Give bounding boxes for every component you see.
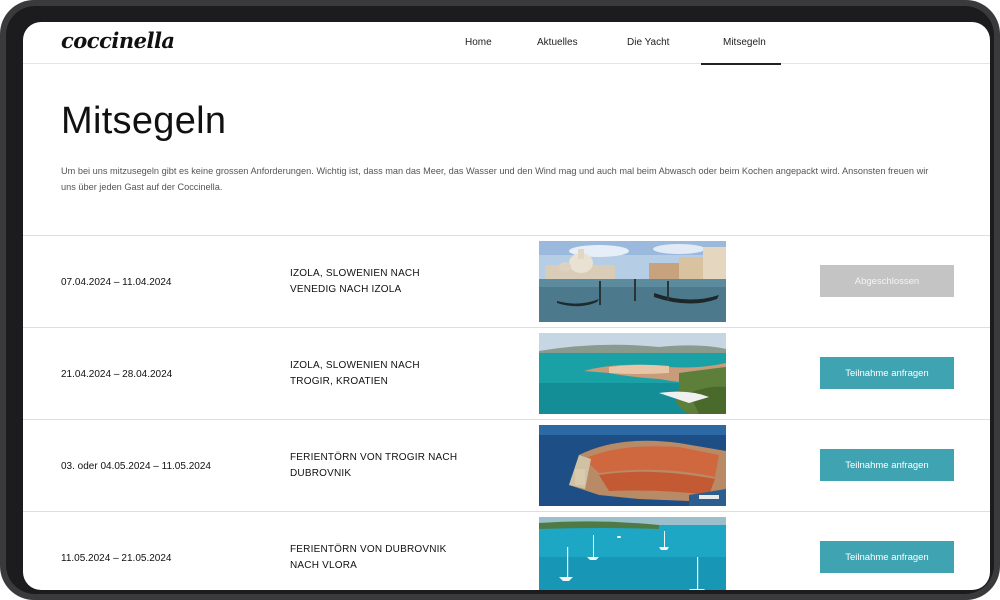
nav-item-home[interactable]: Home [443,22,515,64]
trip-date: 21.04.2024 – 28.04.2024 [61,368,173,380]
trip-status-button[interactable]: Abgeschlossen [820,265,954,297]
intro-text: Um bei uns mitzusegeln gibt es keine gro… [61,166,929,192]
request-participation-button[interactable]: Teilnahme anfragen [820,357,954,389]
trip-row: 07.04.2024 – 11.04.2024 IZOLA, SLOWENIEN… [23,235,990,327]
trip-route: FERIENTÖRN VON TROGIR NACH DUBROVNIK [290,452,458,479]
trip-date: 03. oder 04.05.2024 – 11.05.2024 [61,460,211,472]
trip-image-piran-coast [539,333,726,414]
trip-route: IZOLA, SLOWENIEN NACH VENEDIG NACH IZOLA [290,268,420,295]
request-participation-button[interactable]: Teilnahme anfragen [820,449,954,481]
nav-item-mitsegeln[interactable]: Mitsegeln [701,22,781,65]
device-bezel: coccinella Home Aktuelles Die Yacht Mits… [6,6,994,594]
trip-image-dubrovnik [539,425,726,506]
trip-image-venice [539,241,726,322]
device-frame: coccinella Home Aktuelles Die Yacht Mits… [0,0,1000,600]
trip-date: 11.05.2024 – 21.05.2024 [61,552,172,564]
trip-route: IZOLA, SLOWENIEN NACH TROGIR, KROATIEN [290,360,420,387]
site-header: coccinella Home Aktuelles Die Yacht Mits… [23,22,990,65]
trip-row: 03. oder 04.05.2024 – 11.05.2024 FERIENT… [23,419,990,511]
nav-item-aktuelles[interactable]: Aktuelles [515,22,605,64]
trip-row: 11.05.2024 – 21.05.2024 FERIENTÖRN VON D… [23,511,990,590]
request-participation-button[interactable]: Teilnahme anfragen [820,541,954,573]
main-nav: Home Aktuelles Die Yacht Mitsegeln [443,22,781,65]
browser-viewport: coccinella Home Aktuelles Die Yacht Mits… [23,22,990,590]
page-title: Mitsegeln [61,100,227,142]
trip-list: 07.04.2024 – 11.04.2024 IZOLA, SLOWENIEN… [23,235,990,590]
trip-row: 21.04.2024 – 28.04.2024 IZOLA, SLOWENIEN… [23,327,990,419]
nav-item-die-yacht[interactable]: Die Yacht [605,22,701,64]
trip-date: 07.04.2024 – 11.04.2024 [61,276,172,288]
trip-image-sailboats [539,517,726,590]
trip-route: FERIENTÖRN VON DUBROVNIK NACH VLORA [290,544,447,571]
site-logo[interactable]: coccinella [61,28,175,53]
